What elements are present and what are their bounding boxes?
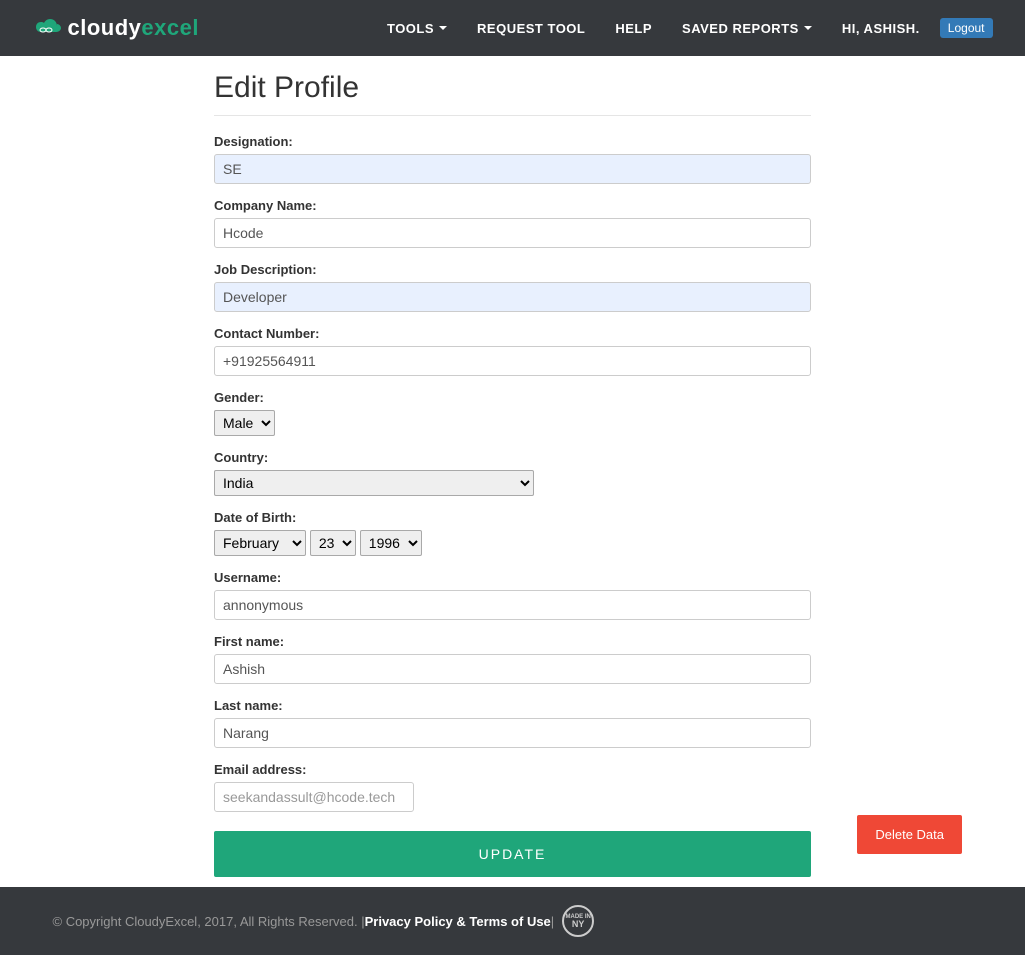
- made-in-ny-badge: MADE INNY: [562, 905, 594, 937]
- nav-request-tool[interactable]: Request Tool: [462, 11, 600, 46]
- email-label: Email address:: [214, 762, 811, 777]
- country-select[interactable]: India: [214, 470, 534, 496]
- company-input[interactable]: [214, 218, 811, 248]
- dob-month-select[interactable]: February: [214, 530, 306, 556]
- dob-year-select[interactable]: 1996: [360, 530, 422, 556]
- nav-tools[interactable]: Tools: [372, 11, 462, 46]
- nav-help[interactable]: Help: [600, 11, 667, 46]
- footer: © Copyright CloudyExcel, 2017, All Right…: [0, 887, 1025, 955]
- footer-copyright: © Copyright CloudyExcel, 2017, All Right…: [53, 914, 365, 929]
- nav-saved-reports[interactable]: Saved Reports: [667, 11, 827, 46]
- gender-label: Gender:: [214, 390, 811, 405]
- last-name-label: Last name:: [214, 698, 811, 713]
- country-label: Country:: [214, 450, 811, 465]
- chevron-down-icon: [804, 26, 812, 30]
- navbar: cloudyexcel Tools Request Tool Help Save…: [0, 0, 1025, 56]
- first-name-label: First name:: [214, 634, 811, 649]
- email-input: [214, 782, 414, 812]
- first-name-input[interactable]: [214, 654, 811, 684]
- designation-label: Designation:: [214, 134, 811, 149]
- logo-text-cloudy: cloudy: [68, 15, 142, 41]
- divider: [214, 115, 811, 116]
- cloud-icon: [33, 18, 63, 38]
- chevron-down-icon: [439, 26, 447, 30]
- username-label: Username:: [214, 570, 811, 585]
- username-input[interactable]: [214, 590, 811, 620]
- page-title: Edit Profile: [214, 71, 811, 105]
- job-desc-label: Job Description:: [214, 262, 811, 277]
- contact-label: Contact Number:: [214, 326, 811, 341]
- logo[interactable]: cloudyexcel: [33, 15, 199, 41]
- designation-input[interactable]: [214, 154, 811, 184]
- last-name-input[interactable]: [214, 718, 811, 748]
- gender-select[interactable]: Male: [214, 410, 275, 436]
- logo-text-excel: excel: [141, 15, 199, 41]
- footer-privacy-link[interactable]: Privacy Policy & Terms of Use: [365, 914, 551, 929]
- logout-button[interactable]: Logout: [940, 18, 993, 38]
- delete-data-button[interactable]: Delete Data: [857, 815, 962, 854]
- company-label: Company Name:: [214, 198, 811, 213]
- job-desc-input[interactable]: [214, 282, 811, 312]
- update-button[interactable]: UPDATE: [214, 831, 811, 877]
- nav-greeting[interactable]: Hi, Ashish.: [827, 11, 935, 46]
- contact-input[interactable]: [214, 346, 811, 376]
- footer-sep: |: [551, 914, 554, 929]
- dob-label: Date of Birth:: [214, 510, 811, 525]
- dob-day-select[interactable]: 23: [310, 530, 356, 556]
